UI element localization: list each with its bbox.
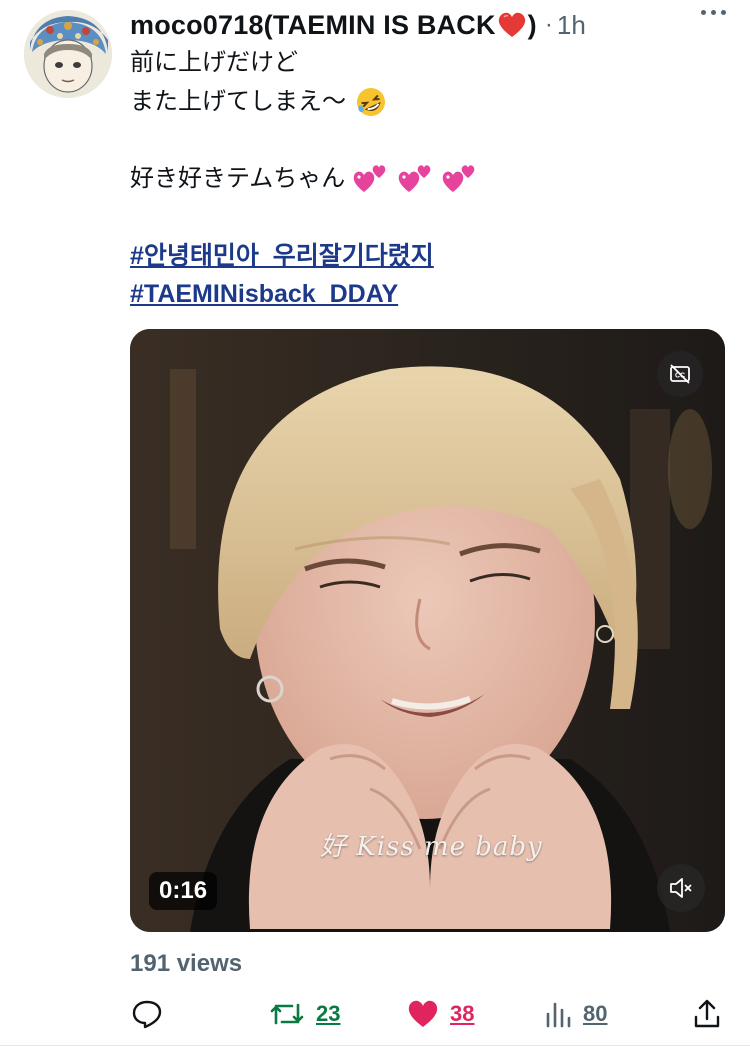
share-icon <box>694 999 720 1028</box>
heart-filled-icon <box>408 1000 438 1027</box>
time-separator: · <box>544 11 553 38</box>
reply-button[interactable] <box>130 994 164 1034</box>
tweet-line: 好き好きテムちゃん <box>130 164 346 192</box>
display-name[interactable]: moco0718(TAEMIN IS BACK <box>130 10 496 41</box>
two-hearts-icon <box>398 165 430 193</box>
share-button[interactable] <box>690 994 724 1034</box>
hashtag-link[interactable]: #안녕태민아_우리잘기다렸지 <box>130 242 434 270</box>
hashtag-link[interactable]: #TAEMINisback_DDAY <box>130 280 398 308</box>
speaker-muted-icon <box>670 878 692 898</box>
bar-chart-icon <box>546 1002 571 1028</box>
rolling-laughing-emoji-icon <box>356 88 385 117</box>
video-subtitle: 好 Kiss me baby <box>320 832 543 862</box>
reply-icon <box>132 1000 162 1029</box>
two-hearts-icon <box>443 165 475 193</box>
retweet-count: 23 <box>316 1001 341 1026</box>
tweet-text: 前に上げだけど また上げてしまえ～ 好き好きテムちゃん #안녕태민아_우리잘기다… <box>130 44 730 314</box>
closed-captions-button[interactable]: CC <box>657 351 703 397</box>
more-options-icon[interactable] <box>701 10 726 15</box>
retweet-icon <box>270 1003 304 1025</box>
two-hearts-icon <box>353 165 386 193</box>
analytics-button[interactable]: 80 <box>543 994 607 1034</box>
display-name-close: ) <box>527 9 537 40</box>
mute-button[interactable] <box>657 864 705 912</box>
tweet-header: moco0718(TAEMIN IS BACK ) · 1h <box>130 6 730 44</box>
timestamp[interactable]: 1h <box>557 10 586 41</box>
like-button[interactable]: 38 <box>406 994 474 1034</box>
avatar[interactable] <box>24 10 112 98</box>
video-duration: 0:16 <box>149 872 218 910</box>
closed-captions-off-icon: CC <box>670 364 690 384</box>
video-player[interactable]: 好 Kiss me baby CC 0:16 <box>130 329 725 932</box>
red-heart-icon <box>498 12 525 37</box>
like-count: 38 <box>450 1001 475 1026</box>
tweet-line: また上げてしまえ～ <box>130 87 346 115</box>
tweet-actions: 23 38 80 <box>130 994 725 1034</box>
retweet-button[interactable]: 23 <box>268 994 340 1034</box>
avatar-illustration <box>24 10 112 98</box>
tweet-line: 前に上げだけど <box>130 49 298 76</box>
analytics-count: 80 <box>583 1001 608 1026</box>
view-count-label: 191 views <box>130 950 243 977</box>
